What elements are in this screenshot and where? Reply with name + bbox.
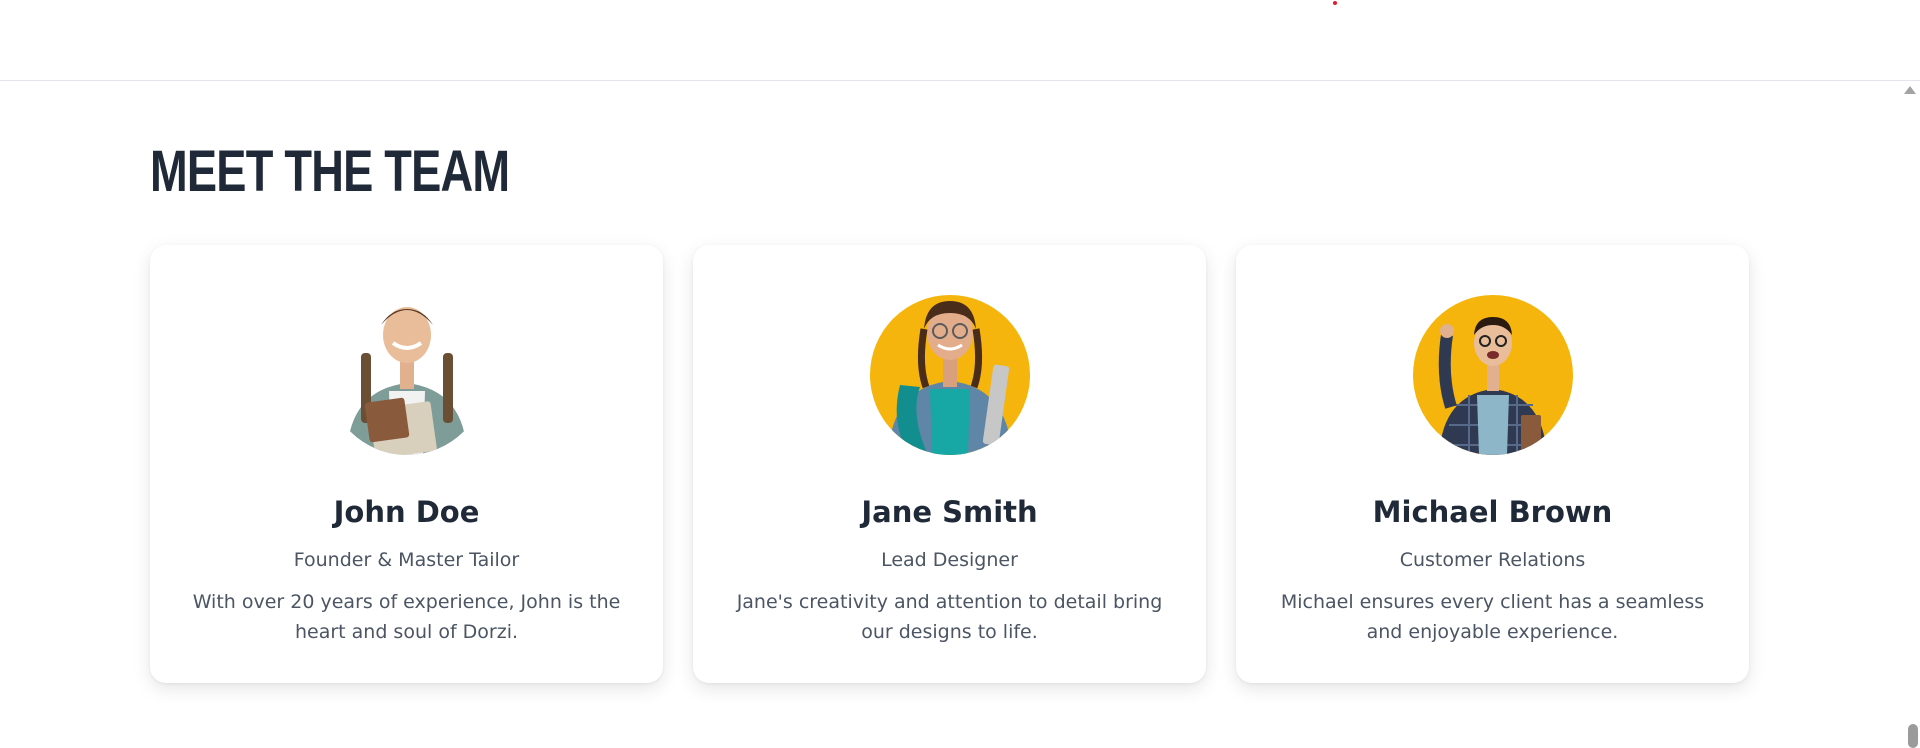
team-cards: John Doe Founder & Master Tailor With ov… — [150, 245, 1749, 683]
team-card-michael-brown: Michael Brown Customer Relations Michael… — [1236, 245, 1749, 683]
team-member-role: Customer Relations — [1399, 549, 1586, 571]
team-member-bio: Michael ensures every client has a seaml… — [1280, 591, 1705, 643]
team-card-jane-smith: Jane Smith Lead Designer Jane's creativi… — [693, 245, 1206, 683]
team-member-photo — [326, 295, 487, 455]
team-member-bio: Jane's creativity and attention to detai… — [736, 591, 1163, 643]
team-card-john-doe: John Doe Founder & Master Tailor With ov… — [150, 245, 663, 683]
team-member-name: Michael Brown — [1372, 495, 1613, 529]
team-member-role: Lead Designer — [881, 549, 1018, 571]
scrollbar-thumb[interactable] — [1908, 724, 1918, 748]
team-member-photo — [869, 295, 1030, 455]
scrollbar-up-arrow-icon[interactable] — [1904, 86, 1916, 94]
top-navigation-bar — [0, 0, 1920, 81]
notification-dot — [1333, 1, 1337, 5]
team-member-bio: With over 20 years of experience, John i… — [192, 591, 621, 643]
section-title: MEET THE TEAM — [150, 139, 510, 204]
team-member-photo — [1412, 295, 1573, 455]
team-member-name: Jane Smith — [861, 495, 1038, 529]
team-member-name: John Doe — [333, 495, 480, 529]
team-member-role: Founder & Master Tailor — [293, 549, 520, 571]
